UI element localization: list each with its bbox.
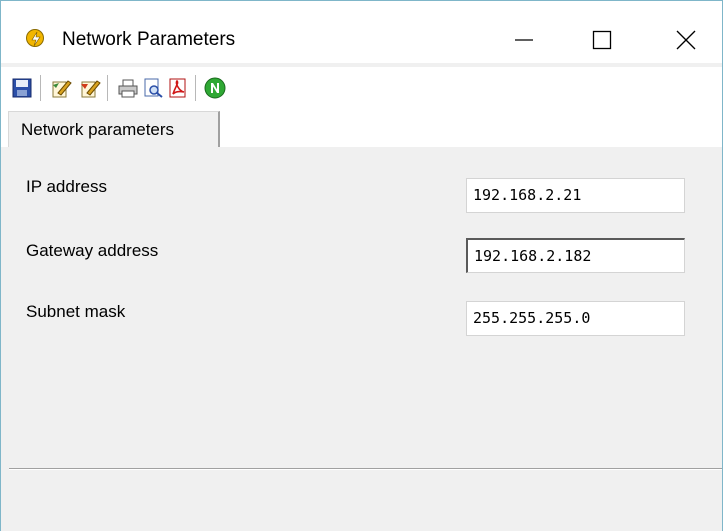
network-button[interactable] [204, 77, 226, 99]
toolbar-separator [40, 75, 41, 101]
green-n-icon [204, 77, 226, 99]
maximize-icon [592, 30, 612, 50]
save-button[interactable] [11, 77, 33, 99]
title-bar[interactable]: Network Parameters [1, 1, 722, 63]
pdf-icon [169, 78, 186, 98]
print-preview-icon [144, 78, 163, 98]
close-button[interactable] [663, 17, 709, 63]
tab-strip: Network parameters [1, 107, 722, 147]
subnet-mask-input[interactable]: 255.255.255.0 [466, 301, 685, 336]
toolbar-separator [195, 75, 196, 101]
tab-network-parameters[interactable]: Network parameters [8, 111, 220, 147]
print-button[interactable] [117, 77, 139, 99]
minimize-icon [515, 39, 533, 41]
pencil-paper-icon [52, 80, 72, 98]
pencil-paper-red-icon [81, 80, 101, 98]
ip-address-input[interactable]: 192.168.2.21 [466, 178, 685, 213]
print-preview-button[interactable] [142, 77, 164, 99]
subnet-mask-label: Subnet mask [26, 302, 126, 321]
status-bar [1, 470, 722, 531]
toolbar [1, 67, 722, 107]
window-title: Network Parameters [62, 29, 236, 50]
maximize-button[interactable] [579, 17, 625, 63]
lightning-icon [26, 29, 44, 47]
close-icon [676, 30, 696, 50]
ip-address-label: IP address [26, 177, 107, 196]
floppy-disk-icon [12, 78, 32, 98]
gateway-address-label: Gateway address [26, 241, 159, 260]
write-to-device-button[interactable] [79, 77, 101, 99]
export-pdf-button[interactable] [167, 77, 189, 99]
network-parameters-panel: IP address 192.168.2.21 Gateway address … [1, 147, 722, 469]
tab-label: Network parameters [21, 120, 175, 139]
minimize-button[interactable] [501, 17, 547, 63]
gateway-address-input[interactable]: 192.168.2.182 [466, 238, 685, 273]
read-from-device-button[interactable] [50, 77, 72, 99]
network-parameters-window: Network Parameters Network parameters IP… [0, 0, 723, 531]
toolbar-separator [107, 75, 108, 101]
printer-icon [118, 79, 138, 98]
